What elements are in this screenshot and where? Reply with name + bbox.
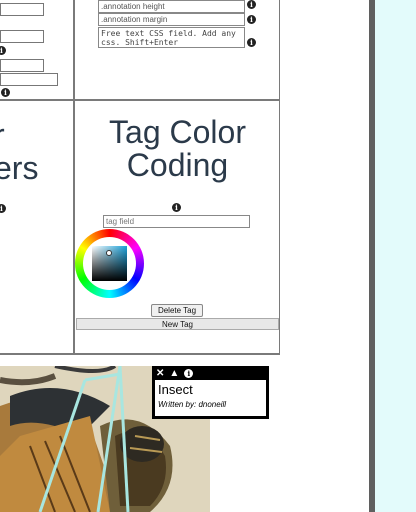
annotation-popup-body: Insect Written by: dnoneill xyxy=(155,380,266,416)
section-heading-partial: ers xyxy=(0,150,39,186)
new-tag-button[interactable]: New Tag xyxy=(76,318,279,330)
annotation-popup[interactable]: ✕ ▲ i Insect Written by: dnoneill xyxy=(152,366,269,419)
left-input-4[interactable] xyxy=(0,73,58,86)
color-picker-handle[interactable] xyxy=(106,250,112,256)
tag-color-heading: Tag Color Coding xyxy=(109,114,246,183)
right-background xyxy=(375,0,416,512)
annotation-margin-field[interactable]: .annotation margin xyxy=(98,13,245,26)
info-icon[interactable]: i xyxy=(247,0,256,9)
info-icon[interactable]: i xyxy=(0,204,6,213)
free-css-textarea[interactable]: Free text CSS field. Add any css. Shift+… xyxy=(98,27,245,48)
left-input-1[interactable] xyxy=(0,3,44,16)
color-wheel[interactable] xyxy=(75,229,144,298)
info-icon[interactable]: i xyxy=(0,46,6,55)
annotation-author: Written by: dnoneill xyxy=(158,400,227,409)
annotation-height-field[interactable]: .annotation height xyxy=(98,0,245,13)
panel-divider xyxy=(369,0,375,512)
left-input-2[interactable] xyxy=(0,30,44,43)
grid-divider-horizontal xyxy=(0,99,280,101)
tag-field[interactable]: tag field xyxy=(103,215,250,228)
grid-divider-vertical xyxy=(73,0,75,354)
info-icon[interactable]: i xyxy=(247,15,256,24)
info-icon[interactable]: i xyxy=(172,203,181,212)
annotation-popup-toolbar: ✕ ▲ i xyxy=(152,366,269,380)
collapse-icon[interactable]: ▲ xyxy=(169,368,179,379)
info-icon[interactable]: i xyxy=(1,88,10,97)
info-icon[interactable]: i xyxy=(184,368,194,378)
grid-divider-bottom xyxy=(0,353,280,355)
close-icon[interactable]: ✕ xyxy=(156,368,164,379)
grid-divider-right xyxy=(279,0,280,354)
delete-tag-button[interactable]: Delete Tag xyxy=(151,304,203,317)
info-icon[interactable]: i xyxy=(247,38,256,47)
annotation-title: Insect xyxy=(158,382,193,397)
section-heading-partial: r xyxy=(0,117,5,154)
left-input-3[interactable] xyxy=(0,59,44,72)
